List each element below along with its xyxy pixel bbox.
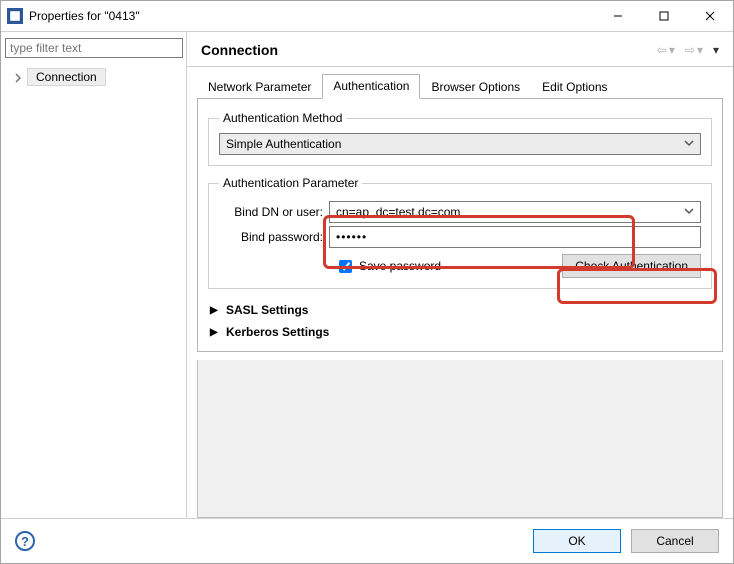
chevron-down-icon [684,137,694,151]
tab-browser-options[interactable]: Browser Options [420,75,531,99]
label-bind-dn: Bind DN or user: [219,205,329,219]
page-header: Connection ⇦ ▾ ⇨ ▾ ▾ [187,32,733,66]
view-menu-icon[interactable]: ▾ [713,43,719,57]
bind-password-value: •••••• [336,230,367,244]
dialog-body: Connection Connection ⇦ ▾ ⇨ ▾ ▾ [1,31,733,518]
close-button[interactable] [687,1,733,31]
chevron-right-icon: ▶ [210,305,220,316]
row-save-check: Save password Check Authentication [219,254,701,278]
auth-method-value: Simple Authentication [226,137,341,151]
filter-input[interactable] [5,38,183,58]
app-icon [7,8,23,24]
nav-tree: Connection [5,66,182,88]
header-nav-icons: ⇦ ▾ ⇨ ▾ ▾ [657,43,719,57]
bind-password-input[interactable]: •••••• [329,226,701,248]
window-buttons [595,1,733,31]
legend-auth-method: Authentication Method [219,111,346,125]
tree-item-label: Connection [27,68,106,86]
tree-item-connection[interactable]: Connection [5,66,182,88]
back-icon[interactable]: ⇦ [657,43,667,57]
save-password-check-input[interactable] [339,260,352,273]
tab-edit-options[interactable]: Edit Options [531,75,618,99]
tab-network-parameter[interactable]: Network Parameter [197,75,322,99]
minimize-button[interactable] [595,1,641,31]
row-bind-password: Bind password: •••••• [219,226,701,248]
label-bind-password: Bind password: [219,230,329,244]
titlebar: Properties for "0413" [1,1,733,31]
tab-area: Network Parameter Authentication Browser… [187,73,733,352]
chevron-down-icon [684,205,694,219]
chevron-right-icon [13,72,23,82]
back-menu-icon[interactable]: ▾ [669,43,675,57]
chevron-right-icon: ▶ [210,327,220,338]
ok-button[interactable]: OK [533,529,621,553]
empty-panel [197,360,723,518]
tab-authentication[interactable]: Authentication [322,74,420,99]
bind-dn-value: cn=ap ,dc=test,dc=com [336,205,460,219]
auth-method-select[interactable]: Simple Authentication [219,133,701,155]
legend-auth-parameter: Authentication Parameter [219,176,362,190]
check-authentication-button[interactable]: Check Authentication [562,254,701,278]
save-password-checkbox[interactable]: Save password [335,257,441,276]
save-password-label: Save password [359,259,441,273]
cancel-button[interactable]: Cancel [631,529,719,553]
fieldset-auth-parameter: Authentication Parameter Bind DN or user… [208,176,712,289]
properties-window: Properties for "0413" Connection [0,0,734,564]
tab-content-authentication: Authentication Method Simple Authenticat… [197,99,723,352]
maximize-button[interactable] [641,1,687,31]
button-bar: ? OK Cancel [1,518,733,563]
window-title: Properties for "0413" [29,9,140,23]
left-panel: Connection [1,32,187,518]
forward-menu-icon[interactable]: ▾ [697,43,703,57]
right-panel: Connection ⇦ ▾ ⇨ ▾ ▾ Network Parameter A… [187,32,733,518]
section-kerberos-label: Kerberos Settings [226,325,329,339]
section-sasl-settings[interactable]: ▶ SASL Settings [208,299,712,321]
section-kerberos-settings[interactable]: ▶ Kerberos Settings [208,321,712,343]
forward-icon[interactable]: ⇨ [685,43,695,57]
section-sasl-label: SASL Settings [226,303,308,317]
help-icon[interactable]: ? [15,531,35,551]
page-title: Connection [201,42,278,58]
row-bind-dn: Bind DN or user: cn=ap ,dc=test,dc=com [219,201,701,223]
bind-dn-input[interactable]: cn=ap ,dc=test,dc=com [329,201,701,223]
fieldset-auth-method: Authentication Method Simple Authenticat… [208,111,712,166]
tabs: Network Parameter Authentication Browser… [197,73,723,99]
